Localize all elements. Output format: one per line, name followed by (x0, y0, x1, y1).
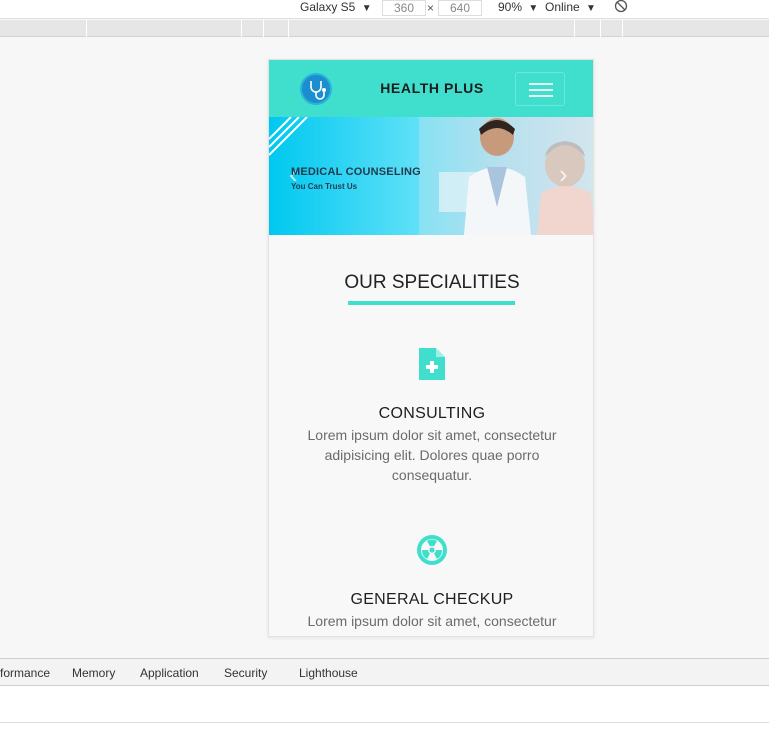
devtools-panel: formance Memory Application Security Lig… (0, 658, 769, 730)
radiation-icon (269, 534, 593, 571)
stripes-decoration (269, 117, 308, 156)
hero-subtitle: You Can Trust Us (291, 182, 358, 191)
tab-lighthouse[interactable]: Lighthouse (299, 666, 358, 680)
section-title: OUR SPECIALITIES (344, 272, 520, 293)
device-viewport: HEALTH PLUS ‹ › MEDICAL COUNSELING You C… (268, 59, 594, 637)
media-query-ruler[interactable] (0, 20, 769, 37)
feature-title: GENERAL CHECKUP (350, 591, 514, 608)
feature-description: Lorem ipsum dolor sit amet, consectetur … (307, 427, 557, 483)
medical-file-icon (269, 348, 593, 385)
devtools-tabbar: formance Memory Application Security Lig… (0, 659, 769, 686)
navbar: HEALTH PLUS (269, 60, 593, 117)
tab-application[interactable]: Application (140, 666, 199, 680)
zoom-select[interactable]: 90% ▼ (498, 0, 538, 19)
rotate-icon[interactable] (614, 0, 628, 18)
chevron-down-icon: ▼ (528, 3, 539, 14)
carousel-next-icon[interactable]: › (559, 159, 575, 189)
hero-title: MEDICAL COUNSELING (291, 166, 421, 178)
tab-memory[interactable]: Memory (72, 666, 115, 680)
chevron-down-icon: ▼ (586, 3, 596, 14)
tab-security[interactable]: Security (224, 666, 267, 680)
feature-description: Lorem ipsum dolor sit amet, consectetur … (307, 613, 557, 636)
menu-toggle-button[interactable] (515, 72, 565, 106)
chevron-down-icon: ▼ (361, 3, 372, 14)
tab-performance[interactable]: formance (0, 666, 50, 680)
height-input[interactable]: 640 (438, 0, 482, 16)
hero-carousel: ‹ › MEDICAL COUNSELING You Can Trust Us (269, 117, 593, 235)
title-underline (348, 301, 515, 305)
dimension-separator: × (427, 1, 435, 15)
width-input[interactable]: 360 (382, 0, 426, 16)
divider (0, 722, 769, 723)
device-toolbar: Galaxy S5 ▼ 360 × 640 90% ▼ Online ▼ (0, 0, 769, 19)
feature-title: CONSULTING (378, 405, 486, 422)
device-select[interactable]: Galaxy S5 ▼ (300, 0, 372, 19)
network-throttle-select[interactable]: Online ▼ (545, 0, 596, 19)
